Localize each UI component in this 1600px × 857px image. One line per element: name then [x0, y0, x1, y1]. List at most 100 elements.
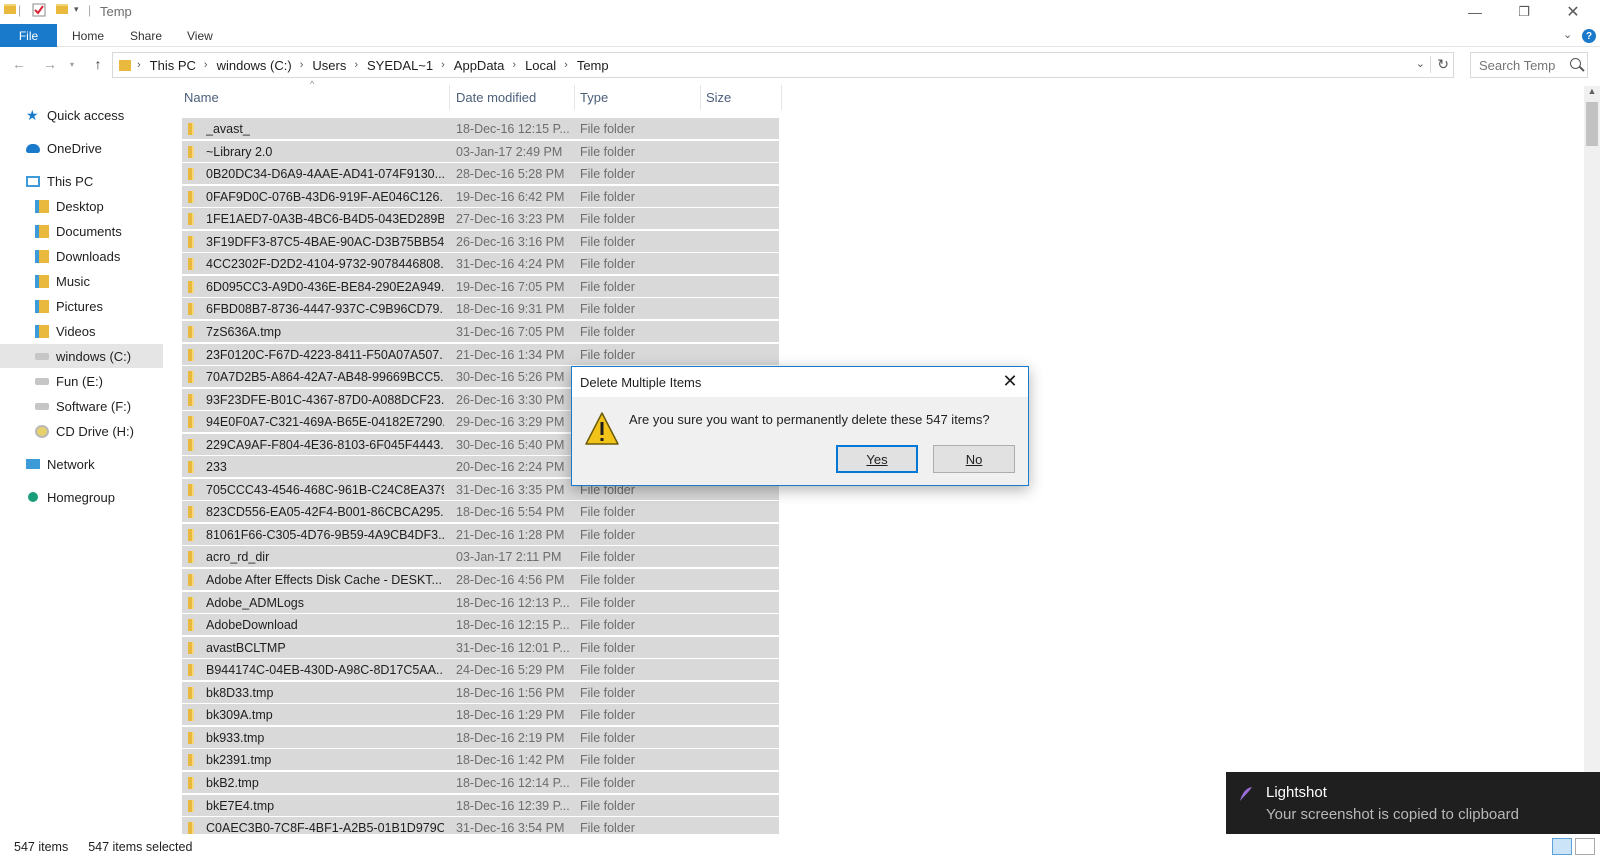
recent-locations-icon[interactable]: ▾ [62, 60, 82, 78]
file-row[interactable]: bkB2.tmp 18-Dec-16 12:14 P... File folder [182, 771, 779, 794]
breadcrumb-windows-c[interactable]: windows (C:) [217, 58, 292, 73]
file-row[interactable]: _avast_ 18-Dec-16 12:15 P... File folder [182, 118, 779, 140]
address-bar[interactable]: › This PC › windows (C:) › Users › SYEDA… [112, 52, 1454, 78]
tab-home[interactable]: Home [72, 24, 104, 47]
column-divider[interactable] [574, 85, 575, 110]
scroll-up-icon[interactable]: ▲ [1584, 86, 1600, 100]
sidebar-item-documents[interactable]: Documents [35, 219, 195, 243]
no-button[interactable]: No [933, 445, 1015, 473]
sidebar-item-downloads[interactable]: Downloads [35, 244, 195, 268]
up-button[interactable]: ↑ [88, 56, 108, 74]
customize-toolbar-icon[interactable]: ▾ [74, 4, 79, 15]
file-type: File folder [580, 212, 635, 227]
breadcrumb-local[interactable]: Local [525, 58, 556, 73]
sidebar-item-network[interactable]: Network [26, 452, 186, 476]
sidebar-item-desktop[interactable]: Desktop [35, 194, 195, 218]
file-date-modified: 18-Dec-16 2:19 PM [456, 730, 565, 745]
file-row[interactable]: 6FBD08B7-8736-4447-937C-C9B96CD79... 18-D… [182, 298, 779, 321]
file-row[interactable]: C0AEC3B0-7C8F-4BF1-A2B5-01B1D979C... 31-D… [182, 817, 779, 834]
file-row[interactable]: Adobe_ADMLogs 18-Dec-16 12:13 P... File fo… [182, 591, 779, 614]
minimize-button[interactable]: — [1452, 0, 1498, 24]
file-row[interactable]: bk933.tmp 18-Dec-16 2:19 PM File folder [182, 726, 779, 749]
column-header-name[interactable]: Name [184, 85, 449, 110]
tab-file[interactable]: File [0, 24, 57, 47]
file-row[interactable]: 0B20DC34-D6A9-4AAE-AD41-074F9130... 28-De… [182, 163, 779, 186]
sidebar-item-fun-e[interactable]: Fun (E:) [35, 369, 195, 393]
scrollbar-thumb[interactable] [1586, 102, 1598, 146]
file-row[interactable]: 1FE1AED7-0A3B-4BC6-B4D5-043ED289B... 27-D… [182, 208, 779, 231]
column-header-date-modified[interactable]: Date modified [456, 85, 574, 110]
file-row[interactable]: avastBCLTMP 31-Dec-16 12:01 P... File fold… [182, 636, 779, 659]
expand-ribbon-icon[interactable]: ⌄ [1563, 28, 1572, 41]
sidebar-item-label: OneDrive [47, 140, 102, 156]
file-row[interactable]: 7zS636A.tmp 31-Dec-16 7:05 PM File folder [182, 320, 779, 343]
file-row[interactable]: B944174C-04EB-430D-A98C-8D17C5AA... 24-De… [182, 659, 779, 682]
back-button[interactable]: ← [9, 56, 29, 74]
column-header-type[interactable]: Type [580, 85, 700, 110]
sidebar-item-pictures[interactable]: Pictures [35, 294, 195, 318]
sidebar-item-music[interactable]: Music [35, 269, 195, 293]
large-icons-view-button[interactable] [1575, 838, 1595, 855]
sidebar-item-homegroup[interactable]: Homegroup [26, 485, 186, 509]
sidebar-item-onedrive[interactable]: OneDrive [26, 136, 186, 160]
file-row[interactable]: bk2391.tmp 18-Dec-16 1:42 PM File folder [182, 749, 779, 772]
lightshot-notification[interactable]: Lightshot Your screenshot is copied to c… [1226, 772, 1600, 834]
breadcrumb-this-pc[interactable]: This PC [150, 58, 196, 73]
details-view-button[interactable] [1552, 838, 1572, 855]
file-row[interactable]: 23F0120C-F67D-4223-8411-F50A07A507... 21-… [182, 343, 779, 366]
breadcrumb-temp[interactable]: Temp [577, 58, 609, 73]
tab-view[interactable]: View [187, 24, 213, 47]
file-row[interactable]: ~Library 2.0 03-Jan-17 2:49 PM File folder [182, 140, 779, 163]
column-header-size[interactable]: Size [706, 85, 781, 110]
forward-button[interactable]: → [40, 56, 60, 74]
file-row[interactable]: 823CD556-EA05-42F4-B001-86CBCA295... 18-D… [182, 501, 779, 524]
file-row[interactable]: Adobe After Effects Disk Cache - DESKT..… [182, 569, 779, 591]
file-row[interactable]: 81061F66-C305-4D76-9B59-4A9CB4DF3... 21-D… [182, 523, 779, 546]
file-row[interactable]: 0FAF9D0C-076B-43D6-919F-AE046C126... 19-D… [182, 185, 779, 208]
close-button[interactable]: ✕ [1550, 0, 1596, 24]
file-date-modified: 28-Dec-16 4:56 PM [456, 573, 565, 587]
sidebar-item-videos[interactable]: Videos [35, 319, 195, 343]
file-type: File folder [580, 505, 635, 520]
file-row[interactable]: 4CC2302F-D2D2-4104-9732-9078446808... 31-… [182, 253, 779, 276]
file-type: File folder [580, 618, 635, 633]
file-row[interactable]: bk309A.tmp 18-Dec-16 1:29 PM File folder [182, 704, 779, 727]
yes-button[interactable]: Yes [836, 445, 918, 473]
breadcrumb-users[interactable]: Users [312, 58, 346, 73]
restore-button[interactable]: ❐ [1501, 0, 1547, 24]
column-divider[interactable] [700, 85, 701, 110]
sidebar-item-label: This PC [47, 173, 94, 189]
new-folder-icon[interactable] [56, 4, 68, 14]
search-box[interactable] [1470, 52, 1588, 78]
properties-icon[interactable] [32, 3, 46, 17]
help-button[interactable]: ? [1582, 29, 1596, 43]
file-name: 0B20DC34-D6A9-4AAE-AD41-074F9130... [206, 167, 444, 182]
column-divider[interactable] [781, 85, 782, 110]
chevron-right-icon: › [299, 59, 304, 71]
file-row[interactable]: bkE7E4.tmp 18-Dec-16 12:39 P... File folde… [182, 794, 779, 817]
breadcrumb-appdata[interactable]: AppData [454, 58, 505, 73]
refresh-icon[interactable]: ↻ [1430, 56, 1449, 73]
sidebar-item-cd-drive-h[interactable]: CD Drive (H:) [35, 419, 195, 443]
file-row[interactable]: 3F19DFF3-87C5-4BAE-90AC-D3B75BB54... 26-D… [182, 230, 779, 253]
dialog-close-button[interactable]: ✕ [1000, 371, 1020, 392]
tab-share[interactable]: Share [130, 24, 162, 47]
file-row[interactable]: 6D095CC3-A9D0-436E-BE84-290E2A949... 19-D… [182, 275, 779, 298]
sidebar-item-quick-access[interactable]: ★ Quick access [26, 103, 186, 127]
folder-icon [188, 145, 194, 158]
file-name: 93F23DFE-B01C-4367-87D0-A088DCF23... [206, 392, 444, 407]
sidebar-item-label: Homegroup [47, 489, 115, 505]
column-divider[interactable] [449, 85, 450, 110]
sidebar-item-this-pc[interactable]: This PC [26, 169, 186, 193]
search-input[interactable] [1479, 57, 1565, 73]
file-row[interactable]: AdobeDownload 18-Dec-16 12:15 P... File fo… [182, 614, 779, 637]
file-row[interactable]: bk8D33.tmp 18-Dec-16 1:56 PM File folder [182, 681, 779, 704]
sidebar-item-windows-c[interactable]: windows (C:) [0, 344, 163, 368]
address-history-dropdown-icon[interactable]: ⌄ [1416, 57, 1425, 70]
breadcrumb-user[interactable]: SYEDAL~1 [367, 58, 433, 73]
vertical-scrollbar[interactable]: ▲ [1584, 86, 1600, 834]
file-type: File folder [580, 189, 635, 204]
sidebar-item-software-f[interactable]: Software (F:) [35, 394, 195, 418]
file-date-modified: 18-Dec-16 9:31 PM [456, 302, 565, 317]
file-row[interactable]: acro_rd_dir 03-Jan-17 2:11 PM File folder [182, 546, 779, 569]
